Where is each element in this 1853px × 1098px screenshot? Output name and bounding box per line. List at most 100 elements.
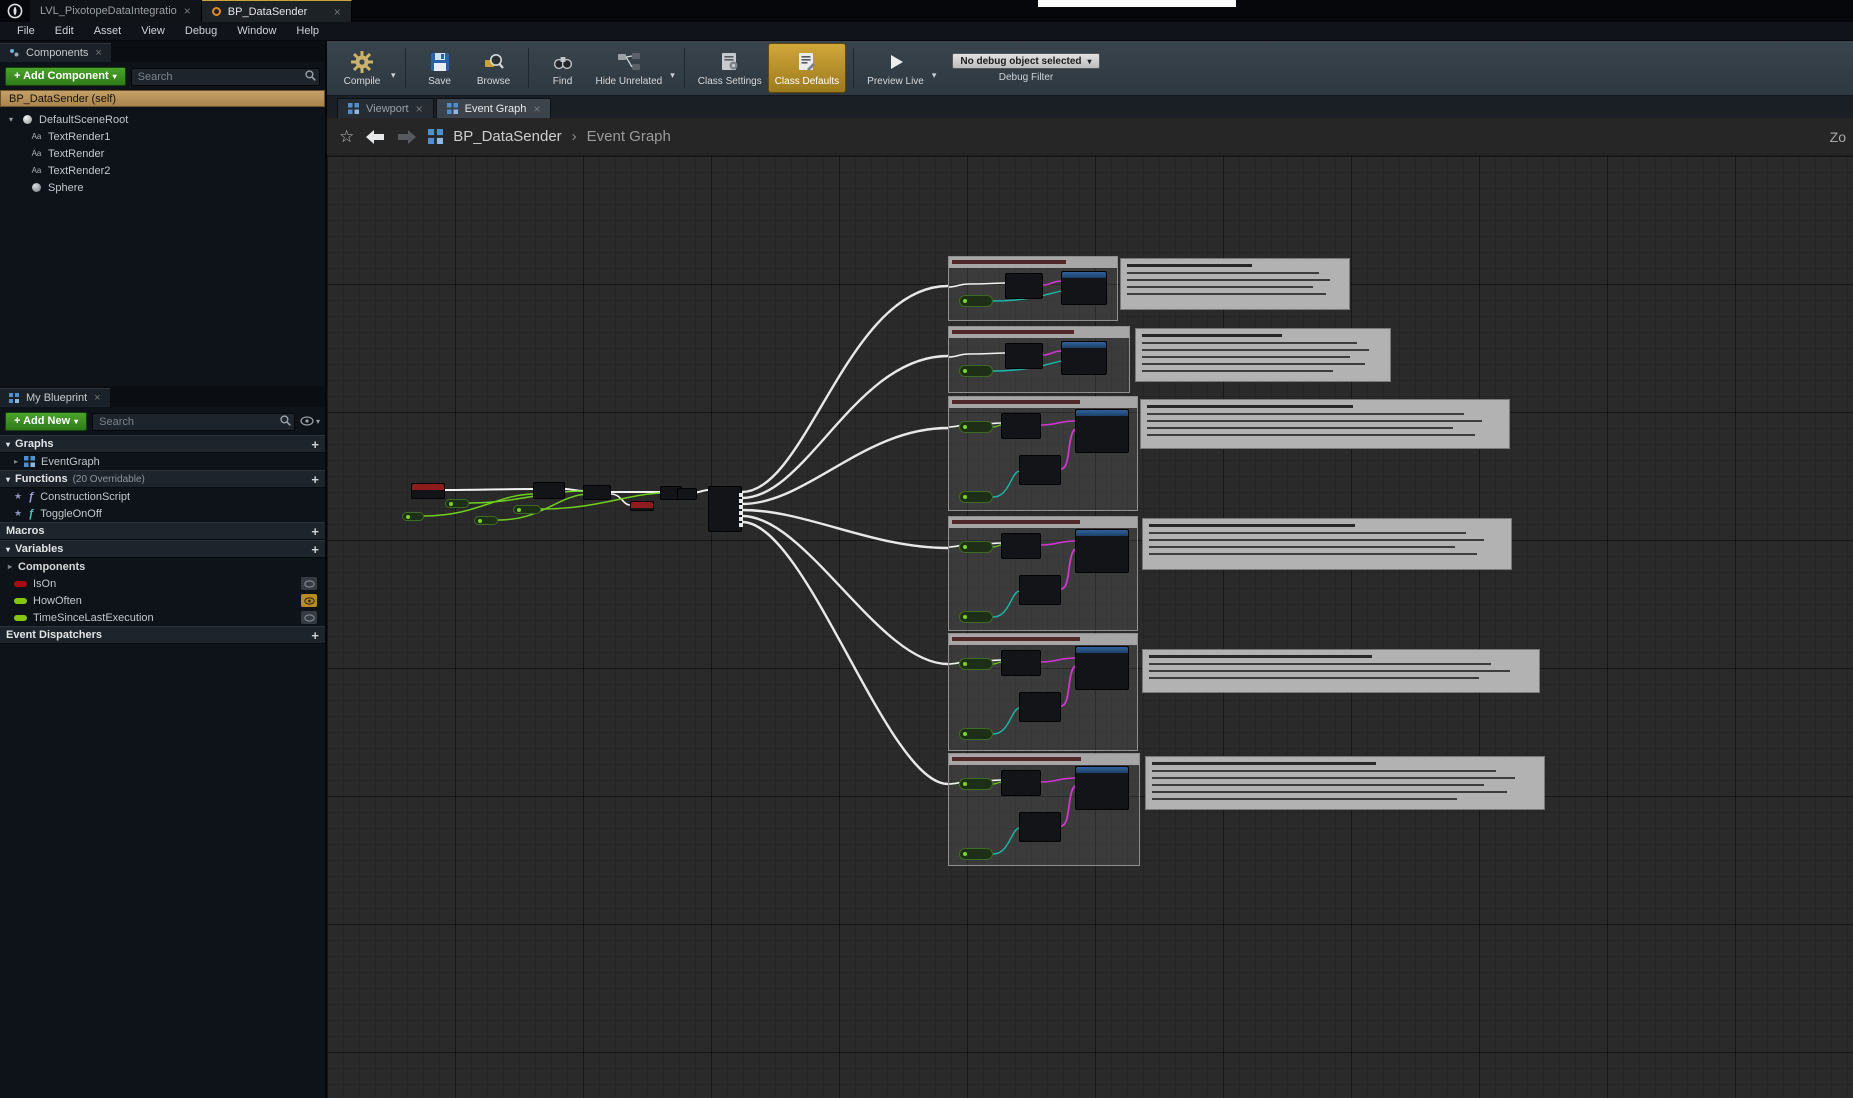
blueprint-node[interactable] xyxy=(1061,271,1107,305)
graph-node-cluster[interactable] xyxy=(948,753,1140,866)
tree-item-textrender1[interactable]: Aa TextRender1 xyxy=(6,128,325,145)
find-button[interactable]: Find xyxy=(536,43,590,93)
graph-item-eventgraph[interactable]: ▸ EventGraph xyxy=(0,453,325,470)
compile-button[interactable]: Compile xyxy=(335,43,389,93)
debug-object-select[interactable]: No debug object selected ▾ xyxy=(952,53,1099,69)
class-defaults-button[interactable]: Class Defaults xyxy=(768,43,846,93)
cluster-title-bar[interactable] xyxy=(949,517,1137,528)
add-variable-button[interactable]: + xyxy=(311,542,319,557)
menu-edit[interactable]: Edit xyxy=(46,23,83,39)
save-button[interactable]: Save xyxy=(413,43,467,93)
close-icon[interactable]: × xyxy=(184,4,191,18)
sequence-output-pin[interactable] xyxy=(739,499,743,503)
cluster-title-bar[interactable] xyxy=(949,257,1117,268)
cluster-title-bar[interactable] xyxy=(949,327,1129,338)
variable-get-node[interactable] xyxy=(959,611,993,623)
comment-text-block[interactable] xyxy=(1142,649,1540,693)
blueprint-node[interactable] xyxy=(1001,650,1041,676)
sequence-output-pin[interactable] xyxy=(739,523,743,527)
blueprint-node[interactable] xyxy=(1075,409,1129,453)
tab-bp-datasender[interactable]: BP_DataSender × xyxy=(202,0,352,22)
sequence-output-pin[interactable] xyxy=(739,505,743,509)
sequence-output-pin[interactable] xyxy=(739,493,743,497)
variable-get-node[interactable] xyxy=(959,728,993,740)
variable-get-node[interactable] xyxy=(959,491,993,503)
blueprint-node[interactable] xyxy=(1005,343,1043,369)
my-blueprint-search-input[interactable] xyxy=(92,413,295,431)
favorite-star-icon[interactable]: ☆ xyxy=(339,127,354,147)
breadcrumb-root[interactable]: BP_DataSender xyxy=(453,128,561,145)
close-icon[interactable]: × xyxy=(95,47,101,59)
tab-viewport[interactable]: Viewport × xyxy=(337,98,434,118)
graph-node-cluster[interactable] xyxy=(948,396,1138,511)
variable-get-node[interactable] xyxy=(959,421,993,433)
variable-item-timesincelastexecution[interactable]: TimeSinceLastExecution xyxy=(0,609,325,626)
function-item-toggleonoff[interactable]: ★ ƒ ToggleOnOff xyxy=(0,505,325,522)
variables-section-header[interactable]: ▾ Variables + xyxy=(0,540,325,558)
blueprint-node[interactable] xyxy=(1019,692,1061,722)
blueprint-node[interactable] xyxy=(677,488,697,500)
blueprint-node[interactable] xyxy=(583,485,611,500)
navigate-back-icon[interactable] xyxy=(364,129,386,145)
comment-text-block[interactable] xyxy=(1145,756,1545,810)
add-component-button[interactable]: + Add Component ▾ xyxy=(5,67,126,86)
menu-asset[interactable]: Asset xyxy=(85,23,131,39)
tree-item-textrender2[interactable]: Aa TextRender2 xyxy=(6,162,325,179)
expander-icon[interactable]: ▾ xyxy=(6,115,16,124)
blueprint-node[interactable] xyxy=(1061,341,1107,375)
tab-event-graph[interactable]: Event Graph × xyxy=(436,98,552,118)
components-panel-tab[interactable]: Components × xyxy=(0,43,111,62)
menu-help[interactable]: Help xyxy=(287,23,328,39)
variable-get-node[interactable] xyxy=(445,499,469,508)
variable-visibility-toggle[interactable] xyxy=(301,611,317,624)
components-search-input[interactable] xyxy=(131,68,320,86)
variable-get-node[interactable] xyxy=(513,505,541,514)
blueprint-node[interactable] xyxy=(411,483,445,499)
my-blueprint-panel-tab[interactable]: My Blueprint × xyxy=(0,388,110,407)
component-root-row[interactable]: BP_DataSender (self) xyxy=(0,90,325,107)
close-icon[interactable]: × xyxy=(94,392,100,404)
variable-get-node[interactable] xyxy=(959,365,993,377)
sequence-output-pin[interactable] xyxy=(739,511,743,515)
add-dispatcher-button[interactable]: + xyxy=(311,628,319,643)
variable-visibility-toggle[interactable] xyxy=(301,594,317,607)
class-settings-button[interactable]: Class Settings xyxy=(692,43,768,93)
variable-get-node[interactable] xyxy=(959,848,993,860)
close-icon[interactable]: × xyxy=(334,5,341,19)
cluster-title-bar[interactable] xyxy=(949,397,1137,408)
variable-get-node[interactable] xyxy=(959,658,993,670)
blueprint-node[interactable] xyxy=(1001,533,1041,559)
event-graph-canvas[interactable] xyxy=(327,156,1853,1098)
event-dispatchers-section-header[interactable]: Event Dispatchers + xyxy=(0,626,325,644)
graph-node-cluster[interactable] xyxy=(948,516,1138,631)
blueprint-node[interactable] xyxy=(1019,575,1061,605)
blueprint-node[interactable] xyxy=(1075,766,1129,810)
preview-live-options-caret-icon[interactable]: ▾ xyxy=(932,56,937,81)
tab-lvl-pixotopedataintegratio[interactable]: LVL_PixotopeDataIntegratio × xyxy=(30,0,202,22)
blueprint-node[interactable] xyxy=(1001,413,1041,439)
tree-item-textrender[interactable]: Aa TextRender xyxy=(6,145,325,162)
add-function-button[interactable]: + xyxy=(311,472,319,487)
add-graph-button[interactable]: + xyxy=(311,437,319,452)
macros-section-header[interactable]: Macros + xyxy=(0,522,325,540)
tree-item-sphere[interactable]: Sphere xyxy=(6,179,325,196)
menu-file[interactable]: File xyxy=(8,23,44,39)
add-new-button[interactable]: + Add New ▾ xyxy=(5,412,87,431)
menu-debug[interactable]: Debug xyxy=(176,23,226,39)
functions-section-header[interactable]: ▾ Functions (20 Overridable) + xyxy=(0,470,325,488)
variable-visibility-toggle[interactable] xyxy=(301,577,317,590)
comment-text-block[interactable] xyxy=(1142,518,1512,570)
variables-components-group[interactable]: ▸ Components xyxy=(0,558,325,575)
graph-node-cluster[interactable] xyxy=(948,326,1130,393)
cluster-title-bar[interactable] xyxy=(949,754,1139,765)
add-macro-button[interactable]: + xyxy=(311,524,319,539)
graph-node-cluster[interactable] xyxy=(948,256,1118,321)
graph-node-cluster[interactable] xyxy=(948,633,1138,751)
visibility-filter-icon[interactable]: ▾ xyxy=(300,416,320,426)
comment-text-block[interactable] xyxy=(1120,258,1350,310)
comment-text-block[interactable] xyxy=(1140,399,1510,449)
hide-unrelated-button[interactable]: Hide Unrelated xyxy=(590,43,669,93)
variable-get-node[interactable] xyxy=(959,295,993,307)
compile-options-caret-icon[interactable]: ▾ xyxy=(391,56,396,81)
blueprint-node[interactable] xyxy=(533,482,565,499)
